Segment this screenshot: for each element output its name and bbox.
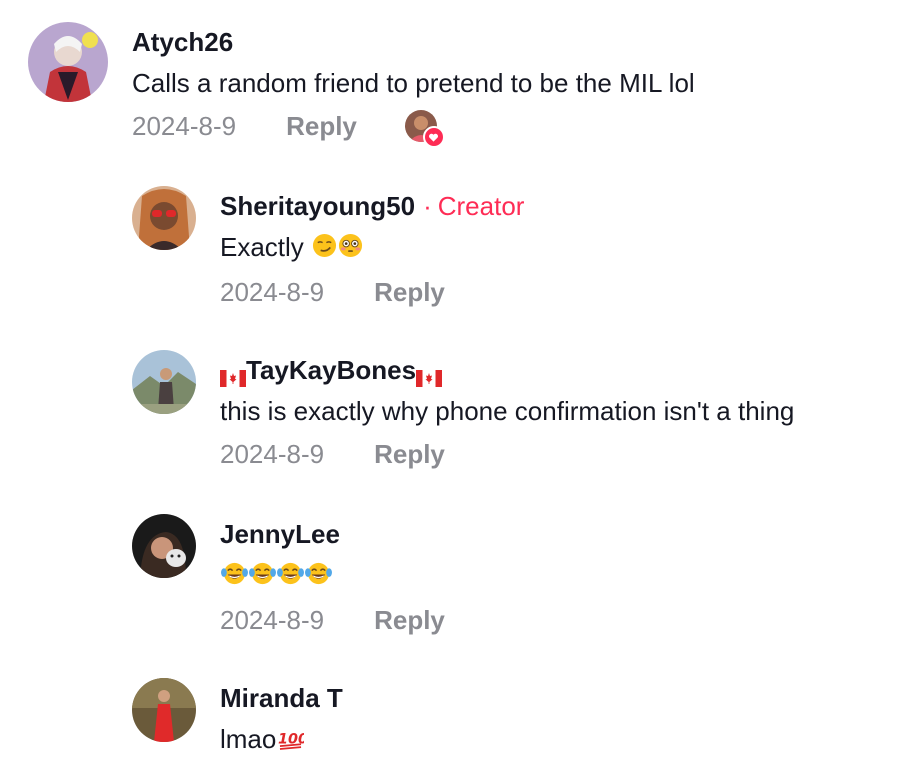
username[interactable]: JennyLee [220, 518, 445, 550]
avatar[interactable] [28, 22, 108, 102]
comment-text: Calls a random friend to pretend to be t… [132, 68, 695, 98]
avatar[interactable] [132, 186, 196, 250]
reply-item: JennyLee 2024-8-9 Reply [0, 498, 914, 658]
comment-date: 2024-8-9 [220, 439, 325, 469]
reply-button[interactable]: Reply [374, 604, 445, 636]
canada-flag-icon [416, 362, 443, 387]
avatar[interactable] [132, 350, 196, 414]
avatar[interactable] [132, 514, 196, 578]
reply-button[interactable]: Reply [374, 276, 445, 308]
tears-of-joy-icon [249, 560, 276, 594]
comment-date: 2024-8-9 [220, 605, 325, 636]
reply-button[interactable]: Reply [374, 438, 445, 470]
tears-of-joy-icon [221, 560, 248, 594]
comment-date: 2024-8-9 [220, 277, 325, 308]
username[interactable]: Sheritayoung50 [220, 190, 415, 222]
creator-badge: Creator [437, 191, 525, 221]
username[interactable]: TayKayBones [246, 354, 416, 386]
comment-text-body: lmao [220, 724, 277, 754]
canada-flag-icon [220, 362, 246, 387]
reply-item: Sheritayoung50 · Creator Exactly 2024-8-… [0, 170, 914, 330]
heart-icon [422, 126, 445, 148]
comment-text: Exactly [220, 230, 524, 266]
comment-date: 2024-8-9 [132, 111, 237, 141]
comment-item: Atych26 Calls a random friend to pretend… [0, 0, 914, 160]
liked-by-creator-badge [404, 110, 445, 148]
comment-text: this is exactly why phone confirmation i… [220, 396, 795, 426]
comment-text-body: Exactly [220, 232, 304, 262]
avatar[interactable] [132, 678, 196, 742]
creator-separator: · [423, 191, 432, 221]
smirk-face-icon [312, 232, 337, 266]
hundred-points-icon: 100 [277, 724, 308, 758]
username[interactable]: Miranda T [220, 682, 343, 714]
flushed-face-icon [338, 232, 363, 266]
reply-item: Miranda T lmao 100 [0, 662, 914, 758]
reply-button[interactable]: Reply [286, 110, 357, 142]
tears-of-joy-icon [305, 560, 332, 594]
reply-item: TayKayBones this is exactly why phone co… [0, 334, 914, 494]
comment-text [220, 558, 445, 594]
username[interactable]: Atych26 [132, 26, 695, 58]
comment-text: lmao 100 [220, 722, 343, 758]
tears-of-joy-icon [277, 560, 304, 594]
